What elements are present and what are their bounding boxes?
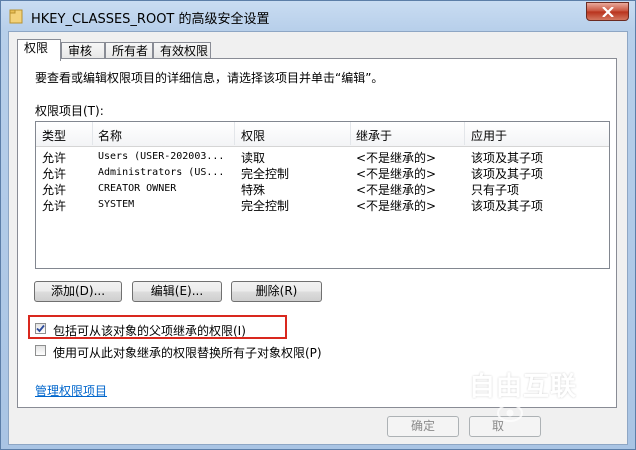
tab-label: 所有者 (112, 44, 149, 58)
permission-entries-label: 权限项目(T): (35, 104, 104, 118)
dialog-window: HKEY_CLASSES_ROOT 的高级安全设置 权限 审核 所有者 有效权限… (0, 0, 636, 450)
close-icon (602, 7, 614, 17)
column-header-type[interactable]: 类型 (42, 127, 66, 144)
title-bar[interactable]: HKEY_CLASSES_ROOT 的高级安全设置 (1, 1, 635, 31)
replace-checkbox[interactable] (35, 345, 46, 356)
remove-button[interactable]: 删除(R) (231, 281, 322, 302)
window-title: HKEY_CLASSES_ROOT 的高级安全设置 (31, 12, 270, 27)
cell-inherited-from: <不是继承的> (356, 199, 437, 213)
edit-button[interactable]: 编辑(E)... (132, 281, 222, 302)
folder-icon (9, 9, 23, 24)
tab-label: 有效权限 (160, 44, 209, 58)
column-header-permission[interactable]: 权限 (241, 127, 265, 144)
tab-permissions[interactable]: 权限 (17, 39, 61, 61)
watermark: 自由互联 (405, 361, 605, 422)
add-button[interactable]: 添加(D)... (34, 281, 122, 302)
permission-entries-list[interactable]: 类型 名称 权限 继承于 应用于 允许 Users (USER-202003..… (35, 121, 610, 269)
cell-name: SYSTEM (98, 199, 135, 210)
table-row[interactable]: 允许 Users (USER-202003... 读取 <不是继承的> 该项及其… (36, 148, 609, 165)
column-header-applies-to[interactable]: 应用于 (471, 127, 507, 144)
replace-checkbox-label: 使用可从此对象继承的权限替换所有子对象权限(P) (53, 346, 322, 360)
cell-permission: 完全控制 (241, 199, 290, 213)
table-row[interactable]: 允许 SYSTEM 完全控制 <不是继承的> 该项及其子项 (36, 196, 609, 213)
cell-name: Users (USER-202003... (98, 151, 225, 162)
column-header-name[interactable]: 名称 (98, 127, 122, 144)
cell-applies-to: 该项及其子项 (471, 199, 544, 213)
table-row[interactable]: 允许 CREATOR OWNER 特殊 <不是继承的> 只有子项 (36, 180, 609, 197)
table-row[interactable]: 允许 Administrators (US... 完全控制 <不是继承的> 该项… (36, 164, 609, 181)
tab-label: 审核 (68, 44, 93, 58)
cell-type: 允许 (42, 199, 67, 213)
manage-permissions-link[interactable]: 管理权限项目 (35, 382, 107, 399)
close-button[interactable] (586, 2, 629, 21)
cell-name: Administrators (US... (98, 167, 225, 178)
cell-name: CREATOR OWNER (98, 183, 177, 194)
list-header: 类型 名称 权限 继承于 应用于 (36, 122, 609, 147)
annotation-highlight-box (28, 315, 287, 339)
x-logo-icon (407, 363, 463, 403)
column-header-inherited-from[interactable]: 继承于 (356, 127, 392, 144)
tab-label: 权限 (24, 41, 49, 55)
instruction-text: 要查看或编辑权限项目的详细信息，请选择该项目并单击“编辑”。 (35, 71, 384, 85)
permissions-panel: 要查看或编辑权限项目的详细信息，请选择该项目并单击“编辑”。 权限项目(T): … (17, 58, 617, 408)
watermark-brand-text: 自由互联 (469, 372, 578, 402)
eye-logo-icon (497, 404, 523, 422)
